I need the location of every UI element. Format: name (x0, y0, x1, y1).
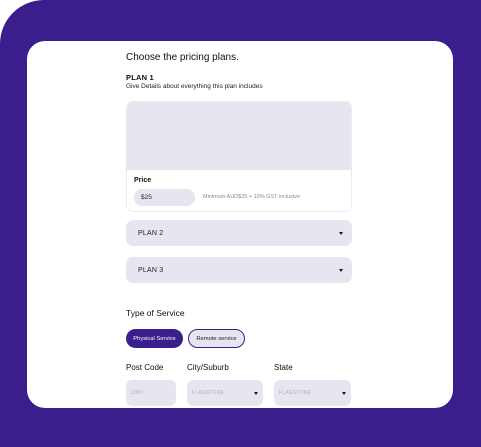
city-placeholder: FLAGSTONE (192, 390, 224, 396)
page-title: Choose the pricing plans. (126, 52, 239, 63)
plan2-label: PLAN 2 (138, 229, 164, 237)
caret-down-icon (342, 391, 346, 395)
state-select[interactable]: FLAGSTONE (274, 380, 351, 406)
postcode-input[interactable]: 1080 (126, 380, 176, 406)
postcode-placeholder: 1080 (131, 390, 143, 396)
plan3-label: PLAN 3 (138, 266, 164, 274)
caret-down-icon (339, 268, 343, 272)
price-label: Price (134, 177, 152, 184)
caret-down-icon (254, 391, 258, 395)
plan1-description-textarea[interactable] (127, 102, 351, 170)
remote-service-button[interactable]: Remote service (188, 329, 245, 348)
plan3-dropdown[interactable]: PLAN 3 (126, 257, 352, 283)
price-input[interactable] (134, 189, 195, 206)
city-select[interactable]: FLAGSTONE (187, 380, 263, 406)
pricing-card: Choose the pricing plans. PLAN 1 Give De… (27, 41, 453, 408)
service-type-label: Type of Service (126, 308, 185, 318)
plan1-description-label: Give Details about everything this plan … (126, 83, 263, 90)
plan1-title: PLAN 1 (126, 73, 154, 82)
caret-down-icon (339, 231, 343, 235)
plan2-dropdown[interactable]: PLAN 2 (126, 220, 352, 246)
postcode-label: Post Code (126, 363, 164, 372)
physical-service-button[interactable]: Physical Service (126, 329, 183, 348)
state-placeholder: FLAGSTONE (279, 390, 311, 396)
plan1-panel: Price Minimum AUD$25 + 10% GST inclusive (126, 101, 352, 212)
state-label: State (274, 363, 293, 372)
price-note: Minimum AUD$25 + 10% GST inclusive (203, 194, 300, 200)
city-label: City/Suburb (187, 363, 229, 372)
background-frame: Choose the pricing plans. PLAN 1 Give De… (0, 0, 481, 447)
